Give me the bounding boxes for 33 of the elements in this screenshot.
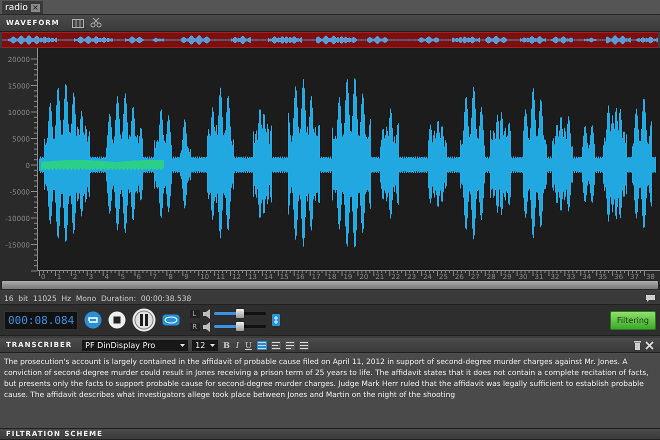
eye-icon[interactable]: [162, 314, 180, 326]
slider-thumb[interactable]: [236, 309, 244, 318]
align-icon: [300, 342, 308, 348]
volume-slider[interactable]: [214, 312, 266, 315]
align-icon: [272, 342, 280, 348]
close-icon[interactable]: [645, 340, 654, 350]
align-button[interactable]: [298, 340, 309, 350]
pause-icon[interactable]: [132, 308, 156, 332]
stop-icon[interactable]: [108, 311, 126, 329]
bold-button[interactable]: B: [222, 340, 231, 350]
trash-icon[interactable]: [634, 340, 641, 350]
font-dropdown[interactable]: PF DinDisplay Pro: [82, 340, 188, 350]
caret-icon: [180, 344, 186, 346]
align-button[interactable]: [284, 340, 295, 350]
scrollbar-thumb[interactable]: [2, 281, 658, 289]
grid-icon[interactable]: [72, 18, 84, 28]
filtering-button[interactable]: Filtering: [610, 310, 656, 330]
align-icon: [286, 342, 294, 348]
close-button[interactable]: ×: [30, 4, 40, 12]
volume-slider[interactable]: [214, 325, 266, 328]
slider-thumb[interactable]: [236, 322, 244, 331]
transcript-text-area[interactable]: [0, 353, 660, 429]
align-button[interactable]: [270, 340, 281, 350]
time-display: 000:08.084: [4, 310, 78, 330]
italic-button[interactable]: I: [234, 340, 240, 350]
tab[interactable]: radio ×: [2, 1, 43, 14]
align-icon: [258, 342, 266, 348]
align-button[interactable]: [256, 340, 267, 350]
underline-button[interactable]: U: [244, 340, 253, 350]
comment-icon[interactable]: [645, 294, 656, 302]
size-dropdown[interactable]: 12: [192, 340, 218, 350]
caret-icon: [210, 344, 216, 346]
scissors-icon[interactable]: [90, 18, 102, 28]
